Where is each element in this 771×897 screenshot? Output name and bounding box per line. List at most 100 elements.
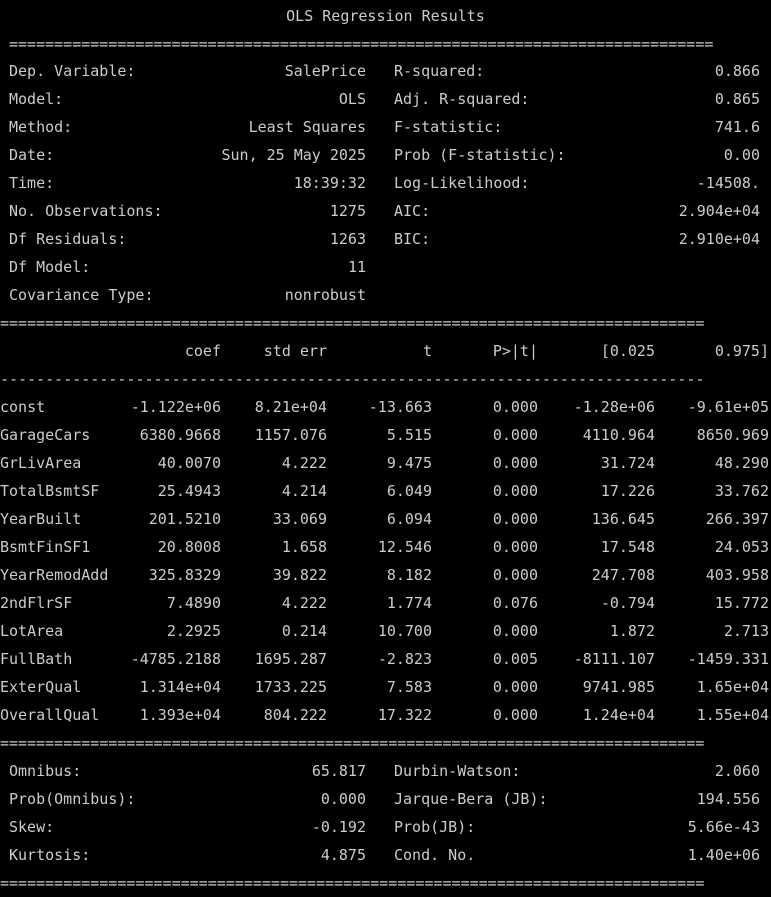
coef-cell: 6380.9668 (139, 426, 221, 444)
coef-cell: 10.700 (377, 622, 432, 640)
coef-cell: 20.8008 (157, 538, 221, 556)
coef-cell: 0.000 (492, 566, 538, 584)
coef-cell: 48.290 (714, 454, 769, 472)
coef-cell: 39.822 (272, 566, 327, 584)
diag-label: Skew: (9, 818, 55, 836)
coef-cell: 0.000 (492, 622, 538, 640)
coef-cell: 33.069 (272, 510, 327, 528)
diag-value: 194.556 (696, 790, 760, 808)
coef-cell: 40.0070 (157, 454, 221, 472)
coef-cell: 15.772 (714, 594, 769, 612)
coef-cell: 31.724 (600, 454, 655, 472)
stat-value: 18:39:32 (293, 174, 366, 192)
coef-cell: 17.226 (600, 482, 655, 500)
coef-cell: 4.214 (281, 482, 327, 500)
summary-title: OLS Regression Results (286, 7, 485, 25)
stat-value: 2.904e+04 (678, 202, 760, 220)
coef-cell: 1.658 (281, 538, 327, 556)
header-single-rule: ----------------------------------------… (0, 370, 705, 388)
coef-column-header: [0.025 (600, 342, 655, 360)
stat-value: 1263 (329, 230, 366, 248)
coef-cell: 0.000 (492, 482, 538, 500)
coef-cell: 403.958 (705, 566, 769, 584)
stat-value: 11 (347, 258, 366, 276)
coef-cell: 24.053 (714, 538, 769, 556)
coef-cell: 2.713 (723, 622, 769, 640)
coef-cell: 136.645 (591, 510, 655, 528)
coef-cell: 6.094 (386, 510, 432, 528)
coef-cell: -1459.331 (687, 650, 769, 668)
stat-value: 1275 (329, 202, 366, 220)
top-double-rule: ========================================… (9, 35, 714, 53)
coef-cell: 0.000 (492, 510, 538, 528)
coef-end-double-rule: ========================================… (0, 734, 705, 752)
coef-cell: 2.2925 (166, 622, 221, 640)
coef-column-header: 0.975] (714, 342, 769, 360)
coef-cell: 1.24e+04 (582, 706, 655, 724)
coef-cell: -0.794 (600, 594, 655, 612)
coef-cell: 1.314e+04 (139, 678, 221, 696)
coef-cell: -9.61e+05 (687, 398, 769, 416)
coef-cell: 4.222 (281, 594, 327, 612)
stat-value: 741.6 (714, 118, 760, 136)
diag-label: Omnibus: (9, 762, 82, 780)
coef-cell: 4110.964 (582, 426, 655, 444)
diag-value: 0.000 (320, 790, 366, 808)
coef-cell: 1.55e+04 (696, 706, 769, 724)
coef-column-header: P>|t| (492, 342, 538, 360)
coef-column-header: t (422, 342, 432, 360)
diag-value: -0.192 (311, 818, 366, 836)
coef-cell: 804.222 (263, 706, 327, 724)
coef-cell: 9.475 (386, 454, 432, 472)
coef-cell: 4.222 (281, 454, 327, 472)
coef-cell: 1.393e+04 (139, 706, 221, 724)
stat-value: 0.865 (714, 90, 760, 108)
coef-cell: -4785.2188 (130, 650, 221, 668)
diag-value: 4.875 (320, 846, 366, 864)
coef-cell: 0.005 (492, 650, 538, 668)
diag-label: Kurtosis: (9, 846, 91, 864)
coef-cell: 1.774 (386, 594, 432, 612)
mid-double-rule: ========================================… (0, 314, 705, 332)
stat-value: Least Squares (248, 118, 366, 136)
stat-value: SalePrice (284, 62, 366, 80)
coef-cell: -13.663 (368, 398, 432, 416)
coef-cell: 0.000 (492, 426, 538, 444)
stat-value: -14508. (696, 174, 760, 192)
coef-cell: 6.049 (386, 482, 432, 500)
coef-cell: 9741.985 (582, 678, 655, 696)
stat-value: 0.866 (714, 62, 760, 80)
coef-cell: 201.5210 (148, 510, 221, 528)
diag-value: 5.66e-43 (687, 818, 760, 836)
coef-cell: 266.397 (705, 510, 769, 528)
coef-cell: 8650.969 (696, 426, 769, 444)
coef-cell: 325.8329 (148, 566, 221, 584)
coef-cell: 0.000 (492, 706, 538, 724)
stat-value: 2.910e+04 (678, 230, 760, 248)
coef-cell: 8.182 (386, 566, 432, 584)
coef-cell: -1.122e+06 (130, 398, 221, 416)
coef-cell: 8.21e+04 (254, 398, 327, 416)
coef-cell: 1.65e+04 (696, 678, 769, 696)
coef-cell: 7.4890 (166, 594, 221, 612)
coef-cell: 1733.225 (254, 678, 327, 696)
stat-value: 0.00 (723, 146, 760, 164)
coef-column-header: std err (263, 342, 327, 360)
coef-cell: 0.000 (492, 678, 538, 696)
coef-cell: -2.823 (377, 650, 432, 668)
coef-column-header: coef (184, 342, 221, 360)
coef-cell: -1.28e+06 (573, 398, 655, 416)
stat-value (560, 281, 760, 309)
coef-cell: 0.000 (492, 454, 538, 472)
stat-value: OLS (338, 90, 366, 108)
coef-cell: 7.583 (386, 678, 432, 696)
coef-cell: 17.548 (600, 538, 655, 556)
diag-value: 2.060 (714, 762, 760, 780)
coef-cell: 25.4943 (157, 482, 221, 500)
diag-value: 65.817 (311, 762, 366, 780)
coef-cell: 33.762 (714, 482, 769, 500)
coef-cell: -8111.107 (573, 650, 655, 668)
coef-cell: 5.515 (386, 426, 432, 444)
coef-cell: 1157.076 (254, 426, 327, 444)
stat-value (560, 253, 760, 281)
